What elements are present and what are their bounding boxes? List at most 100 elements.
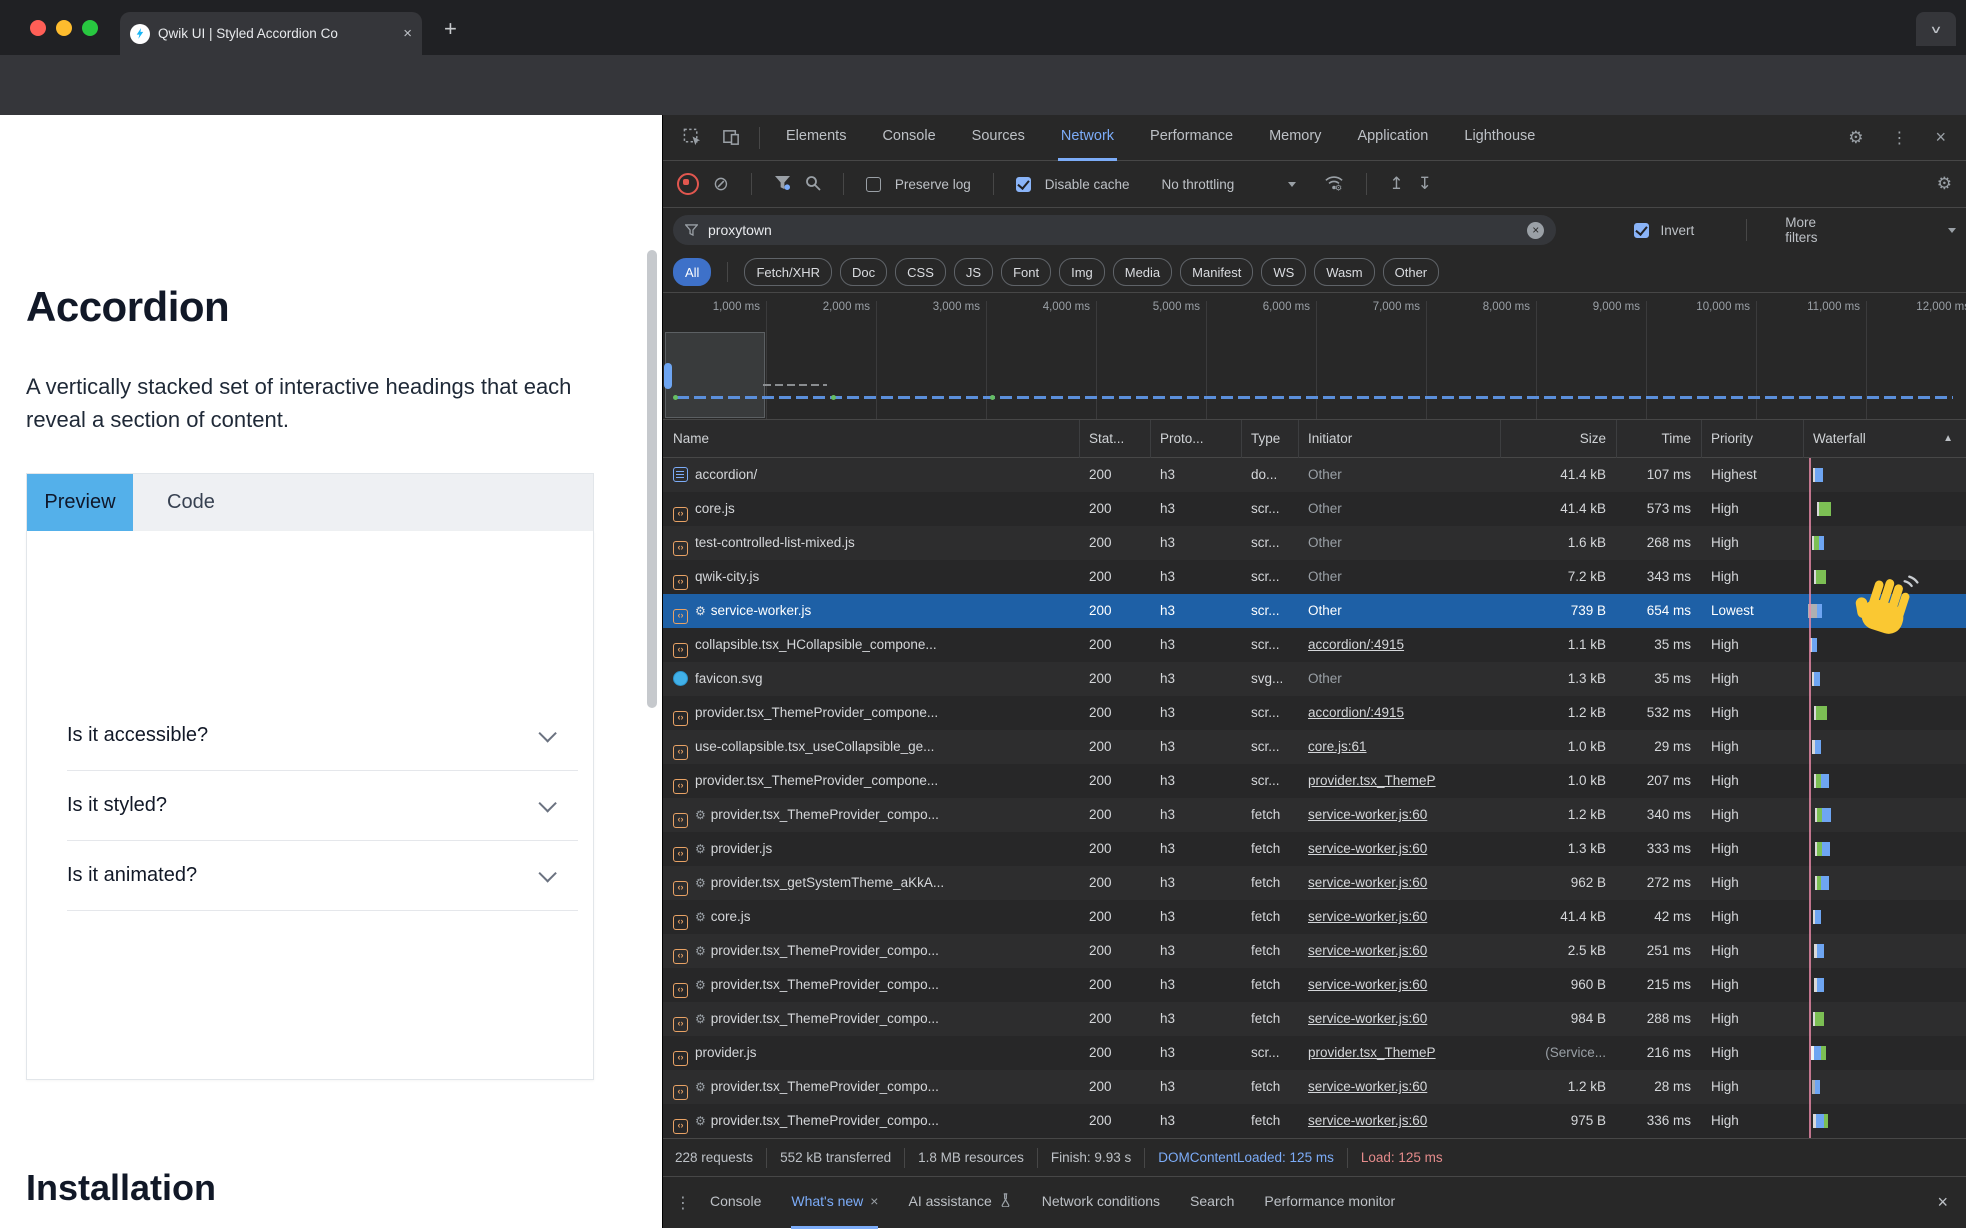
devtools-tab-elements[interactable]: Elements: [783, 115, 849, 161]
request-row[interactable]: ‹›⚙provider.js200h3fetchservice-worker.j…: [663, 832, 1966, 866]
clear-filter-icon[interactable]: ×: [1527, 222, 1544, 239]
accordion-trigger[interactable]: Is it styled?: [67, 788, 578, 822]
filter-chip-ws[interactable]: WS: [1261, 258, 1306, 286]
tab-close-icon[interactable]: ×: [403, 25, 412, 42]
request-initiator[interactable]: service-worker.js:60: [1298, 900, 1500, 934]
filter-chip-wasm[interactable]: Wasm: [1314, 258, 1374, 286]
request-row[interactable]: ‹›collapsible.tsx_HCollapsible_compone..…: [663, 628, 1966, 662]
request-initiator[interactable]: service-worker.js:60: [1298, 934, 1500, 968]
request-row[interactable]: ‹›provider.tsx_ThemeProvider_compone...2…: [663, 696, 1966, 730]
invert-checkbox[interactable]: [1634, 223, 1648, 238]
throttling-select[interactable]: No throttling: [1162, 177, 1235, 192]
column-header-name[interactable]: Name: [663, 420, 1079, 458]
request-row[interactable]: ‹›test-controlled-list-mixed.js200h3scr.…: [663, 526, 1966, 560]
filter-chip-js[interactable]: JS: [954, 258, 993, 286]
tab-code[interactable]: Code: [133, 474, 249, 531]
import-har-icon[interactable]: ↥: [1389, 174, 1403, 194]
tab-search-button[interactable]: ∨: [1916, 12, 1956, 46]
filter-chip-css[interactable]: CSS: [895, 258, 946, 286]
request-initiator[interactable]: service-worker.js:60: [1298, 866, 1500, 900]
drawer-tab-console[interactable]: Console: [710, 1177, 761, 1229]
request-initiator[interactable]: service-worker.js:60: [1298, 1002, 1500, 1036]
filter-chip-doc[interactable]: Doc: [840, 258, 887, 286]
sort-ascending-icon[interactable]: ▲: [1943, 420, 1953, 458]
request-row[interactable]: ‹›provider.tsx_ThemeProvider_compone...2…: [663, 764, 1966, 798]
accordion-trigger[interactable]: Is it accessible?: [67, 718, 578, 752]
disable-cache-checkbox[interactable]: [1016, 177, 1031, 192]
devtools-tab-lighthouse[interactable]: Lighthouse: [1461, 115, 1538, 161]
drawer-tab-what-s-new[interactable]: What's new×: [791, 1177, 878, 1229]
request-initiator[interactable]: service-worker.js:60: [1298, 832, 1500, 866]
column-header-stat[interactable]: Stat...: [1079, 420, 1150, 458]
column-header-initiator[interactable]: Initiator: [1298, 420, 1500, 458]
devtools-tab-network[interactable]: Network: [1058, 115, 1117, 161]
more-filters-button[interactable]: More filters: [1785, 215, 1848, 245]
filter-chip-img[interactable]: Img: [1059, 258, 1105, 286]
request-initiator[interactable]: service-worker.js:60: [1298, 1070, 1500, 1104]
export-har-icon[interactable]: ↧: [1418, 174, 1432, 194]
request-row[interactable]: ‹›⚙service-worker.js200h3scr...Other739 …: [663, 594, 1966, 628]
drawer-tab-ai-assistance[interactable]: AI assistance: [908, 1177, 1011, 1229]
filter-chip-all[interactable]: All: [673, 258, 711, 286]
request-row[interactable]: ‹›use-collapsible.tsx_useCollapsible_ge.…: [663, 730, 1966, 764]
record-network-log-button[interactable]: [677, 173, 699, 195]
filter-chip-manifest[interactable]: Manifest: [1180, 258, 1253, 286]
timeline-overview[interactable]: [663, 330, 1966, 420]
request-initiator[interactable]: service-worker.js:60: [1298, 1104, 1500, 1138]
tab-preview[interactable]: Preview: [27, 474, 133, 531]
request-row[interactable]: ‹›qwik-city.js200h3scr...Other7.2 kB343 …: [663, 560, 1966, 594]
drawer-close-icon[interactable]: ×: [1937, 1192, 1948, 1213]
request-initiator[interactable]: accordion/:4915: [1298, 628, 1500, 662]
maximize-window-button[interactable]: [82, 20, 98, 36]
drawer-tab-close-icon[interactable]: ×: [870, 1193, 878, 1209]
browser-tab[interactable]: Qwik UI | Styled Accordion Co ×: [120, 12, 422, 55]
accordion-trigger[interactable]: Is it animated?: [67, 858, 578, 892]
request-row[interactable]: accordion/200h3do...Other41.4 kB107 msHi…: [663, 458, 1966, 492]
filter-chip-media[interactable]: Media: [1113, 258, 1172, 286]
page-scrollbar[interactable]: [647, 250, 657, 708]
request-row[interactable]: favicon.svg200h3svg...Other1.3 kB35 msHi…: [663, 662, 1966, 696]
column-header-proto[interactable]: Proto...: [1150, 420, 1241, 458]
devtools-menu-icon[interactable]: ⋮: [1891, 128, 1907, 148]
overview-selection[interactable]: [665, 332, 765, 418]
request-initiator[interactable]: provider.tsx_ThemeP: [1298, 764, 1500, 798]
request-row[interactable]: ‹›core.js200h3scr...Other41.4 kB573 msHi…: [663, 492, 1966, 526]
request-initiator[interactable]: provider.tsx_ThemeP: [1298, 1036, 1500, 1070]
request-row[interactable]: ‹›⚙provider.tsx_getSystemTheme_aKkA...20…: [663, 866, 1966, 900]
request-initiator[interactable]: service-worker.js:60: [1298, 968, 1500, 1002]
request-initiator[interactable]: accordion/:4915: [1298, 696, 1500, 730]
request-row[interactable]: ‹›⚙provider.tsx_ThemeProvider_compo...20…: [663, 798, 1966, 832]
request-row[interactable]: ‹›⚙provider.tsx_ThemeProvider_compo...20…: [663, 1002, 1966, 1036]
filter-field[interactable]: ×: [673, 215, 1556, 245]
preserve-log-checkbox[interactable]: [866, 177, 881, 192]
devtools-settings-gear-icon[interactable]: ⚙: [1848, 128, 1863, 148]
close-window-button[interactable]: [30, 20, 46, 36]
filter-chip-other[interactable]: Other: [1383, 258, 1440, 286]
device-toolbar-icon[interactable]: [722, 128, 741, 147]
column-header-waterfall[interactable]: Waterfall ▲: [1803, 420, 1966, 458]
search-icon[interactable]: [805, 175, 821, 194]
request-initiator[interactable]: core.js:61: [1298, 730, 1500, 764]
request-initiator[interactable]: service-worker.js:60: [1298, 798, 1500, 832]
request-row[interactable]: ‹›⚙provider.tsx_ThemeProvider_compo...20…: [663, 968, 1966, 1002]
request-row[interactable]: ‹›provider.js200h3scr...provider.tsx_The…: [663, 1036, 1966, 1070]
drawer-tab-performance-monitor[interactable]: Performance monitor: [1264, 1177, 1395, 1229]
devtools-tab-application[interactable]: Application: [1354, 115, 1431, 161]
network-conditions-icon[interactable]: ⚙: [1324, 174, 1344, 195]
filter-input[interactable]: [706, 221, 1519, 239]
column-header-time[interactable]: Time: [1616, 420, 1701, 458]
column-header-priority[interactable]: Priority: [1701, 420, 1803, 458]
throttling-caret-icon[interactable]: [1288, 182, 1296, 187]
clear-network-log-icon[interactable]: ⊘: [713, 175, 729, 194]
devtools-tab-console[interactable]: Console: [879, 115, 938, 161]
minimize-window-button[interactable]: [56, 20, 72, 36]
network-settings-gear-icon[interactable]: ⚙: [1937, 174, 1952, 194]
filter-chip-font[interactable]: Font: [1001, 258, 1051, 286]
column-header-type[interactable]: Type: [1241, 420, 1298, 458]
request-row[interactable]: ‹›⚙core.js200h3fetchservice-worker.js:60…: [663, 900, 1966, 934]
request-row[interactable]: ‹›⚙provider.tsx_ThemeProvider_compo...20…: [663, 1104, 1966, 1138]
drawer-menu-icon[interactable]: ⋮: [675, 1193, 691, 1213]
devtools-tab-performance[interactable]: Performance: [1147, 115, 1236, 161]
request-row[interactable]: ‹›⚙provider.tsx_ThemeProvider_compo...20…: [663, 1070, 1966, 1104]
devtools-close-icon[interactable]: ×: [1935, 127, 1946, 148]
